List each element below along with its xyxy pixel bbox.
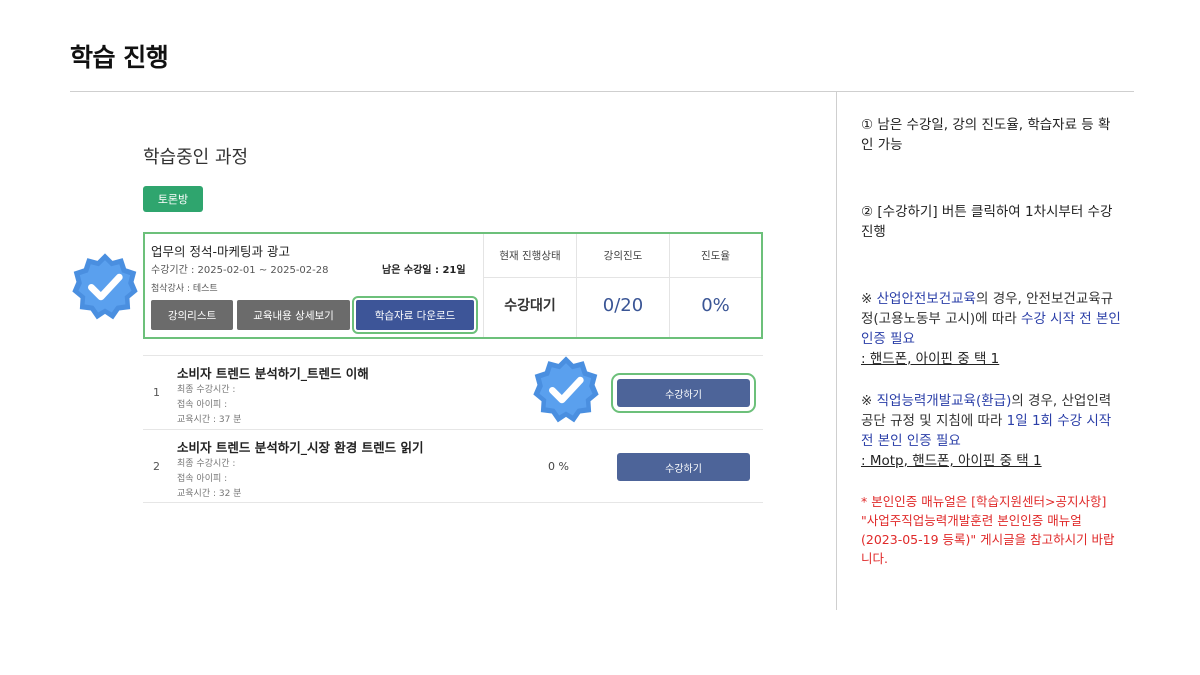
note-5-warning: * 본인인증 매뉴얼은 [학습지원센터>공지사항] "사업주직업능력개발훈련 본…	[861, 494, 1115, 566]
lesson-title: 소비자 트렌드 분석하기_시장 환경 트렌드 읽기	[177, 440, 424, 455]
verified-badge-icon	[533, 356, 599, 423]
progress-value: 0/20	[602, 295, 644, 316]
note-4-course: 직업능력개발교육(환급)	[876, 393, 1012, 409]
note-3-course: 산업안전보건교육	[876, 291, 976, 307]
note-4-methods: : Motp, 핸드폰, 아이핀 중 택 1	[861, 453, 1042, 469]
lesson-progress: 0 %	[548, 460, 569, 473]
note-2: ② [수강하기] 버튼 클릭하여 1차시부터 수강 진행	[861, 204, 1113, 240]
lesson-row: 2 소비자 트렌드 분석하기_시장 환경 트렌드 읽기 최종 수강시간 : 접속…	[143, 429, 763, 503]
note-3: ※ 산업안전보건교육의 경우, 안전보건교육규정(고용노동부 고시)에 따라 수…	[861, 289, 1121, 369]
watch-button[interactable]: 수강하기	[611, 373, 756, 413]
course-info: 업무의 정석-마케팅과 광고 수강기간 : 2025-02-01 ~ 2025-…	[145, 234, 485, 337]
course-teacher: 첨삭강사 : 테스트	[151, 284, 218, 294]
course-name: 업무의 정석-마케팅과 광고	[151, 244, 290, 259]
lesson-ip: 접속 아이피 :	[177, 400, 228, 410]
remaining-days: 남은 수강일 : 21일	[382, 265, 466, 276]
lesson-number: 1	[153, 386, 160, 399]
rate-header: 진도율	[670, 234, 761, 278]
note-3-methods: : 핸드폰, 아이핀 중 택 1	[861, 351, 1000, 367]
discussion-button[interactable]: 토론방	[143, 186, 203, 212]
course-period: 수강기간 : 2025-02-01 ~ 2025-02-28	[151, 265, 329, 276]
progress-column: 강의진도 0/20	[576, 234, 669, 337]
lesson-last-time: 최종 수강시간 :	[177, 459, 236, 469]
page-title: 학습 진행	[70, 43, 169, 72]
note-4-prefix: ※	[861, 393, 877, 409]
rate-value: 0%	[701, 295, 730, 316]
lecture-list-button[interactable]: 강의리스트	[151, 300, 233, 330]
course-detail-button[interactable]: 교육내용 상세보기	[237, 300, 350, 330]
verified-badge-icon	[72, 253, 138, 320]
download-materials-button[interactable]: 학습자료 다운로드	[352, 296, 478, 334]
rate-column: 진도율 0%	[669, 234, 761, 337]
title-divider	[70, 91, 1134, 92]
lesson-last-time: 최종 수강시간 :	[177, 385, 236, 395]
lesson-edu-time: 교육시간 : 37 분	[177, 415, 242, 425]
watch-button[interactable]: 수강하기	[617, 453, 750, 481]
status-column: 현재 진행상태 수강대기	[483, 234, 576, 337]
note-3-prefix: ※	[861, 291, 877, 307]
status-header: 현재 진행상태	[484, 234, 576, 278]
note-1: ① 남은 수강일, 강의 진도율, 학습자료 등 확인 가능	[861, 117, 1111, 153]
status-value: 수강대기	[504, 298, 556, 314]
vertical-divider	[836, 92, 837, 610]
lesson-edu-time: 교육시간 : 32 분	[177, 489, 242, 499]
lesson-title: 소비자 트렌드 분석하기_트렌드 이해	[177, 366, 369, 381]
note-4: ※ 직업능력개발교육(환급)의 경우, 산업인력공단 규정 및 지침에 따라 1…	[861, 391, 1121, 471]
lesson-row: 1 소비자 트렌드 분석하기_트렌드 이해 최종 수강시간 : 접속 아이피 :…	[143, 355, 763, 429]
lesson-ip: 접속 아이피 :	[177, 474, 228, 484]
course-summary: 업무의 정석-마케팅과 광고 수강기간 : 2025-02-01 ~ 2025-…	[143, 232, 763, 339]
progress-header: 강의진도	[577, 234, 669, 278]
lesson-number: 2	[153, 460, 160, 473]
section-title: 학습중인 과정	[143, 147, 249, 168]
lesson-list: 1 소비자 트렌드 분석하기_트렌드 이해 최종 수강시간 : 접속 아이피 :…	[143, 355, 763, 503]
